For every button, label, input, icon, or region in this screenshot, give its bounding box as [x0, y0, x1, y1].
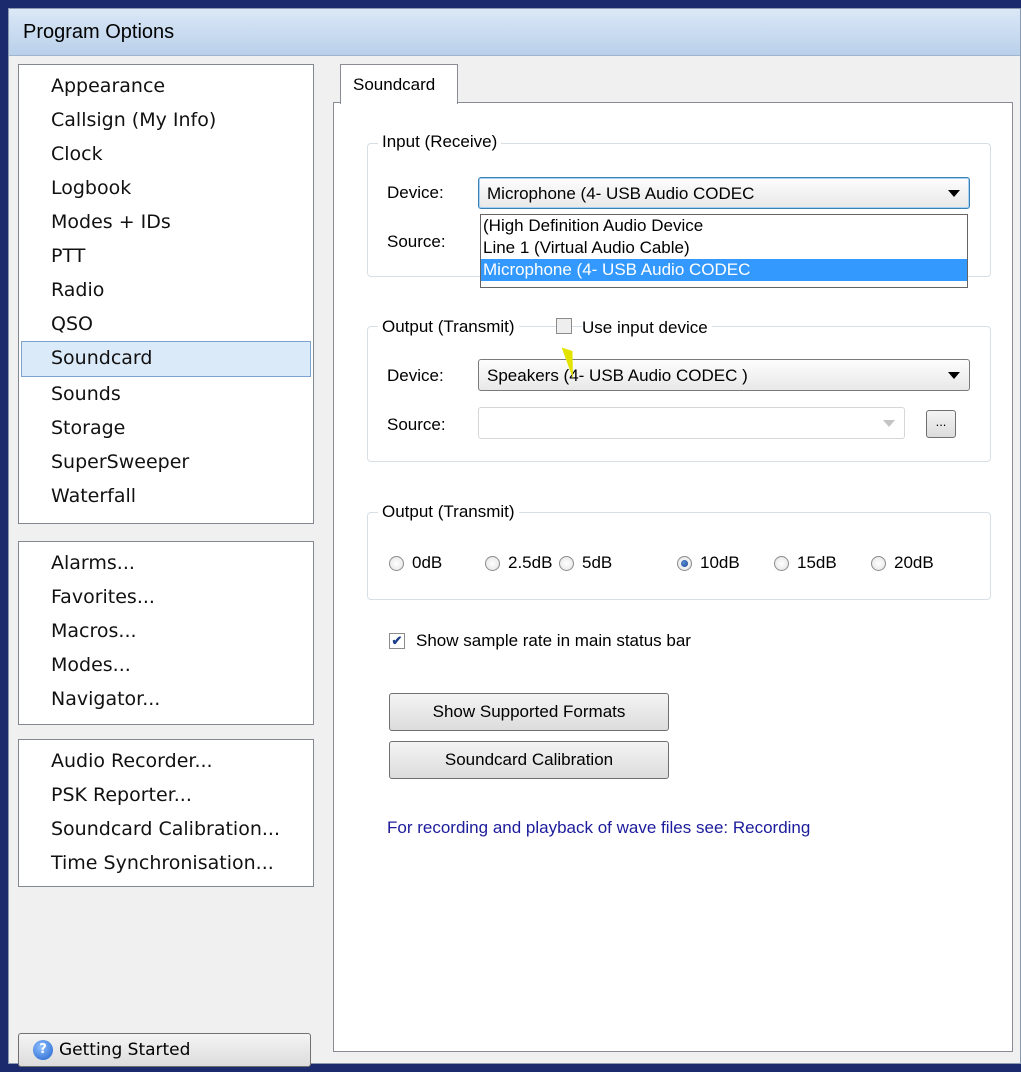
output-device-legend: Output (Transmit) — [378, 317, 519, 337]
gain-radio-15db[interactable] — [774, 556, 789, 571]
chevron-down-icon — [948, 190, 960, 197]
nav-item-psk-reporter[interactable]: PSK Reporter... — [21, 778, 311, 812]
use-input-device-label: Use input device — [582, 318, 712, 338]
show-sample-rate-checkbox[interactable]: ✔ — [389, 633, 405, 649]
output-source-select[interactable] — [478, 407, 905, 439]
nav-item-appearance[interactable]: Appearance — [21, 69, 311, 103]
input-source-label: Source: — [387, 232, 446, 251]
gain-label-5db: 5dB — [582, 553, 613, 572]
nav-item-radio[interactable]: Radio — [21, 273, 311, 307]
input-device-dropdown-list: (High Definition Audio Device Line 1 (Vir… — [480, 214, 968, 288]
gain-radio-0db[interactable] — [389, 556, 404, 571]
help-icon: ? — [33, 1040, 53, 1060]
output-device-label: Device: — [387, 366, 444, 385]
input-device-label: Device: — [387, 183, 444, 202]
tools-list: Audio Recorder... PSK Reporter... Soundcar… — [18, 739, 314, 887]
output-device-group — [367, 326, 991, 462]
nav-item-soundcard-calibration[interactable]: Soundcard Calibration... — [21, 812, 311, 846]
nav-item-time-synchronisation[interactable]: Time Synchronisation... — [21, 846, 311, 880]
gain-radio-2-5db[interactable] — [485, 556, 500, 571]
gain-label-20db: 20dB — [894, 553, 934, 572]
input-device-select[interactable]: Microphone (4- USB Audio CODEC — [478, 177, 970, 209]
nav-item-waterfall[interactable]: Waterfall — [21, 479, 311, 513]
gain-label-0db: 0dB — [412, 553, 443, 572]
window-title: Program Options — [23, 20, 175, 43]
nav-item-sounds[interactable]: Sounds — [21, 377, 311, 411]
options-list: Appearance Callsign (My Info) Clock Logbook… — [18, 64, 314, 524]
show-sample-rate-label: Show sample rate in main status bar — [416, 631, 691, 650]
input-device-option[interactable]: Microphone (4- USB Audio CODEC — [481, 259, 967, 281]
nav-item-clock[interactable]: Clock — [21, 137, 311, 171]
use-input-device-checkbox[interactable] — [556, 318, 572, 334]
soundcard-calibration-button[interactable]: Soundcard Calibration — [389, 741, 669, 779]
nav-item-callsign-my-info[interactable]: Callsign (My Info) — [21, 103, 311, 137]
getting-started-button[interactable]: ? Getting Started — [18, 1033, 311, 1067]
nav-item-logbook[interactable]: Logbook — [21, 171, 311, 205]
nav-item-audio-recorder[interactable]: Audio Recorder... — [21, 744, 311, 778]
nav-item-supersweeper[interactable]: SuperSweeper — [21, 445, 311, 479]
chevron-down-icon — [948, 372, 960, 379]
gain-label-10db: 10dB — [700, 553, 740, 572]
nav-item-modes-ids[interactable]: Modes + IDs — [21, 205, 311, 239]
gain-radio-5db[interactable] — [559, 556, 574, 571]
gain-radio-10db[interactable] — [677, 556, 692, 571]
gain-label-15db: 15dB — [797, 553, 837, 572]
gain-label-2-5db: 2.5dB — [508, 553, 553, 572]
show-supported-formats-button[interactable]: Show Supported Formats — [389, 693, 669, 731]
nav-item-qso[interactable]: QSO — [21, 307, 311, 341]
output-source-browse-button[interactable]: ... — [926, 410, 956, 438]
tab-soundcard[interactable]: Soundcard — [340, 64, 458, 104]
getting-started-label: Getting Started — [59, 1040, 191, 1060]
input-device-option[interactable]: Line 1 (Virtual Audio Cable) — [481, 237, 967, 259]
soundcard-calibration-label: Soundcard Calibration — [444, 750, 614, 769]
nav-item-navigator[interactable]: Navigator... — [21, 682, 311, 716]
output-device-value: Speakers (4- USB Audio CODEC ) — [487, 366, 748, 385]
output-source-label: Source: — [387, 415, 446, 434]
input-group-legend: Input (Receive) — [378, 132, 502, 152]
browse-label: ... — [935, 414, 947, 429]
nav-item-alarms[interactable]: Alarms... — [21, 546, 311, 580]
windows-list: Alarms... Favorites... Macros... Modes... Na… — [18, 541, 314, 725]
chevron-down-icon — [883, 420, 895, 427]
output-gain-legend: Output (Transmit) — [378, 502, 519, 522]
nav-item-soundcard[interactable]: Soundcard — [21, 341, 311, 377]
tab-soundcard-label: Soundcard — [353, 75, 436, 94]
show-supported-formats-label: Show Supported Formats — [432, 702, 626, 721]
output-device-select[interactable]: Speakers (4- USB Audio CODEC ) — [478, 359, 970, 391]
nav-item-modes[interactable]: Modes... — [21, 648, 311, 682]
input-device-option[interactable]: (High Definition Audio Device — [481, 215, 967, 237]
input-device-value: Microphone (4- USB Audio CODEC — [487, 184, 755, 203]
title-bar: Program Options — [9, 9, 1020, 56]
nav-item-ptt[interactable]: PTT — [21, 239, 311, 273]
nav-item-macros[interactable]: Macros... — [21, 614, 311, 648]
gain-radio-20db[interactable] — [871, 556, 886, 571]
nav-item-storage[interactable]: Storage — [21, 411, 311, 445]
nav-item-favorites[interactable]: Favorites... — [21, 580, 311, 614]
recording-note-link[interactable]: For recording and playback of wave files… — [387, 818, 810, 838]
